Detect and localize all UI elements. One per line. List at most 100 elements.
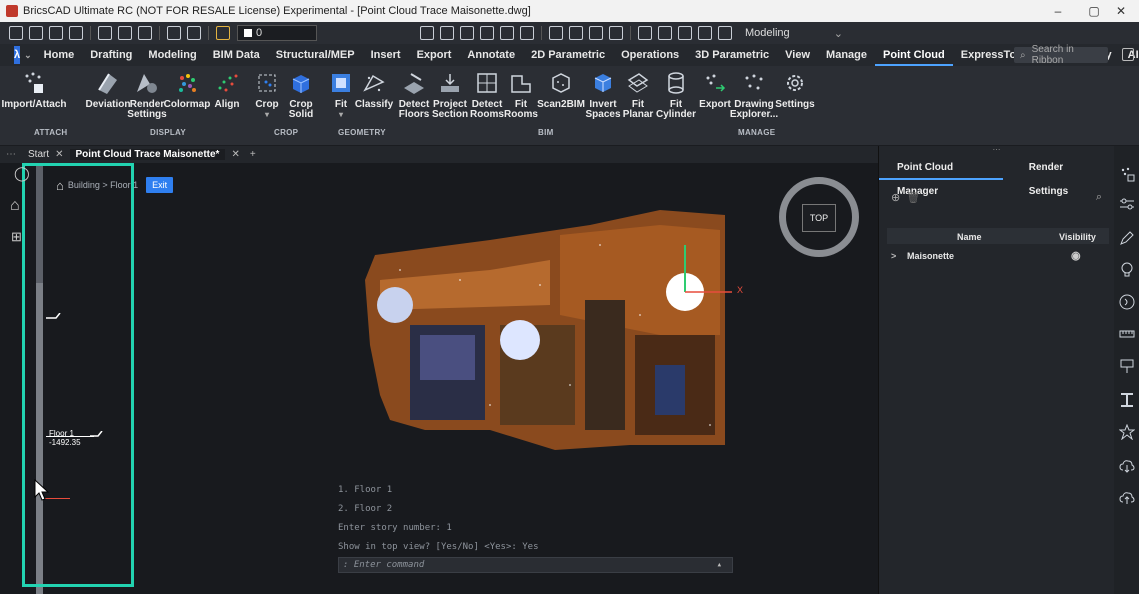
quick-select-icon[interactable] — [500, 26, 514, 40]
select-filter-icon[interactable] — [460, 26, 474, 40]
delete-icon[interactable]: 🗑 — [906, 191, 920, 204]
scan2bim-button[interactable]: Scan2BIM — [537, 70, 585, 110]
properties-icon[interactable] — [658, 26, 672, 40]
table-row[interactable]: > Maisonette ◉ — [887, 249, 1109, 265]
crop-dropdown-icon[interactable]: ▾ — [265, 110, 269, 120]
cloud-download-icon[interactable] — [1119, 458, 1135, 474]
workspace-icon[interactable] — [718, 26, 732, 40]
tab-start[interactable]: Start — [22, 149, 55, 160]
sliders-icon[interactable] — [698, 26, 712, 40]
render-settings-button[interactable]: Render Settings — [127, 70, 167, 120]
project-section-button[interactable]: Project Section — [432, 70, 468, 120]
draft-tool-icon[interactable] — [440, 26, 454, 40]
fit-cylinder-button[interactable]: Fit Cylinder — [656, 70, 696, 120]
layer-state-icon[interactable] — [216, 26, 230, 40]
save-as-icon[interactable] — [69, 26, 83, 40]
close-start-tab-icon[interactable]: ✕ — [55, 149, 63, 160]
ribbon-tab-structural-mep[interactable]: Structural/MEP — [268, 44, 363, 66]
view-cube-top-button[interactable]: TOP — [802, 204, 836, 232]
detect-floors-button[interactable]: Detect Floors — [398, 70, 430, 120]
star-icon[interactable] — [1119, 424, 1135, 440]
ribbon-tab-modeling[interactable]: Modeling — [140, 44, 204, 66]
tab-render-settings[interactable]: Render Settings — [1011, 156, 1114, 197]
crop-solid-button[interactable]: Crop Solid — [288, 70, 314, 120]
column-visibility[interactable]: Visibility — [1059, 232, 1096, 242]
plot-icon[interactable] — [118, 26, 132, 40]
new-tab-button[interactable]: + — [250, 149, 256, 160]
cloud-upload-icon[interactable] — [1119, 490, 1135, 506]
ruler-icon[interactable] — [1119, 326, 1135, 342]
select-all-icon[interactable] — [520, 26, 534, 40]
expand-chevron-icon[interactable]: > — [891, 251, 896, 261]
solid-box-icon[interactable] — [549, 26, 563, 40]
ribbon-tab-home[interactable]: Home — [36, 44, 83, 66]
ribbon-tab-2d-parametric[interactable]: 2D Parametric — [523, 44, 613, 66]
ribbon-tab-view[interactable]: View — [777, 44, 818, 66]
minimize-button[interactable]: – — [1040, 0, 1076, 22]
application-menu-button[interactable]: λ — [14, 46, 21, 64]
publish-icon[interactable] — [138, 26, 152, 40]
floor-1-marker-icon[interactable] — [90, 431, 104, 441]
undo-icon[interactable] — [167, 26, 181, 40]
invert-spaces-button[interactable]: Invert Spaces — [585, 70, 621, 120]
story-tree-icon[interactable]: ⊞ — [11, 229, 22, 245]
ribbon-tab-point-cloud[interactable]: Point Cloud — [875, 44, 953, 66]
select-similar-icon[interactable] — [480, 26, 494, 40]
floor-2-marker-icon[interactable] — [46, 313, 62, 323]
deviation-button[interactable]: Deviation — [86, 70, 131, 110]
ribbon-search-input[interactable]: ⌕ Search in Ribbon — [1014, 44, 1108, 66]
snap-icon[interactable] — [420, 26, 434, 40]
new-file-icon[interactable] — [9, 26, 23, 40]
ribbon-tab-annotate[interactable]: Annotate — [459, 44, 523, 66]
ribbon-tab-bim-data[interactable]: BIM Data — [205, 44, 268, 66]
solid-torus-icon[interactable] — [589, 26, 603, 40]
ribbon-tab-drafting[interactable]: Drafting — [82, 44, 140, 66]
panel-search-icon[interactable]: ⌕ — [1096, 191, 1102, 204]
ribbon-options-icon[interactable] — [1122, 48, 1134, 61]
ribbon-tab-export[interactable]: Export — [409, 44, 460, 66]
edit-pencil-icon[interactable] — [1119, 230, 1135, 246]
layer-combo[interactable]: 0 — [237, 25, 317, 41]
ribbon-tab-3d-parametric[interactable]: 3D Parametric — [687, 44, 777, 66]
panel-grip-icon[interactable]: ⋯ — [879, 146, 1114, 156]
fit-rooms-button[interactable]: Fit Rooms — [504, 70, 538, 120]
ribbon-tab-insert[interactable]: Insert — [363, 44, 409, 66]
colormap-button[interactable]: Colormap — [164, 70, 210, 110]
settings-button[interactable]: Settings — [775, 70, 815, 110]
workspace-combo[interactable]: Modeling ⌄ — [739, 25, 849, 41]
solid-sphere-icon[interactable] — [569, 26, 583, 40]
fit-dropdown-icon[interactable]: ▾ — [339, 110, 343, 120]
detect-rooms-button[interactable]: Detect Rooms — [470, 70, 504, 120]
render-icon[interactable] — [609, 26, 623, 40]
fit-planar-button[interactable]: Fit Planar — [622, 70, 654, 120]
settings-gear-icon[interactable] — [678, 26, 692, 40]
close-window-button[interactable]: ✕ — [1103, 0, 1139, 22]
column-name[interactable]: Name — [957, 232, 982, 242]
i-beam-icon[interactable] — [1119, 392, 1135, 408]
layer-manager-icon[interactable] — [638, 26, 652, 40]
lightbulb-icon[interactable] — [1119, 262, 1135, 278]
classify-button[interactable]: Classify — [355, 70, 393, 110]
export-button[interactable]: Export — [699, 70, 731, 110]
align-button[interactable]: Align — [212, 70, 242, 110]
point-cloud-manager-icon[interactable] — [1119, 166, 1135, 182]
model-viewport[interactable]: X ◯ ⌂ ⊞ ⌂ Building > Floor 1 Exit Floor … — [0, 163, 878, 594]
drawing-explorer-button[interactable]: Drawing Explorer... — [730, 70, 778, 120]
ribbon-tab-operations[interactable]: Operations — [613, 44, 687, 66]
signboard-icon[interactable] — [1119, 358, 1135, 374]
command-line-input[interactable]: : Enter command ▴ — [338, 557, 733, 573]
crop-button[interactable]: Crop ▾ — [254, 70, 280, 120]
redo-icon[interactable] — [187, 26, 201, 40]
sliders-panel-icon[interactable] — [1119, 196, 1135, 212]
location-pin-icon[interactable]: ◯ — [14, 165, 30, 182]
close-tab-icon[interactable]: ✕ — [231, 149, 239, 160]
floor-label[interactable]: Floor 1 -1492.35 — [49, 429, 81, 447]
home-view-icon[interactable]: ⌂ — [10, 197, 20, 215]
tab-point-cloud-trace[interactable]: Point Cloud Trace Maisonette* — [69, 149, 226, 160]
sound-emitter-icon[interactable] — [1119, 294, 1135, 310]
tab-overflow-icon[interactable]: ⋯ — [0, 149, 22, 160]
command-history-toggle-icon[interactable]: ▴ — [717, 560, 722, 570]
exit-button[interactable]: Exit — [146, 177, 174, 193]
add-icon[interactable]: ⊕ — [891, 191, 900, 204]
eye-visibility-icon[interactable]: ◉ — [1071, 249, 1081, 262]
